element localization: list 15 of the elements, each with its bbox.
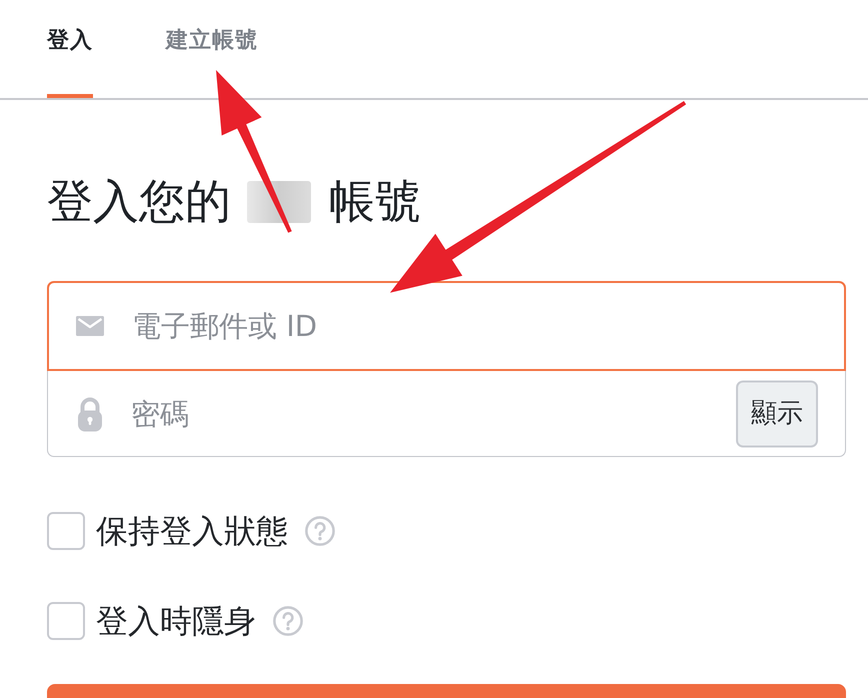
- help-icon[interactable]: [305, 516, 335, 546]
- envelope-icon: [76, 316, 104, 336]
- checkbox[interactable]: [47, 602, 85, 640]
- checkbox-label: 保持登入狀態: [96, 512, 288, 550]
- heading-text: 登入您的: [47, 176, 231, 227]
- email-field[interactable]: 電子郵件或 ID: [47, 281, 846, 371]
- lock-icon: [78, 396, 102, 432]
- checkbox[interactable]: [47, 512, 85, 550]
- primary-button[interactable]: [47, 684, 846, 698]
- help-icon[interactable]: [273, 606, 303, 636]
- checkbox-label: 登入時隱身: [96, 602, 256, 640]
- tab[interactable]: 登入: [47, 28, 93, 98]
- tab[interactable]: 建立帳號: [166, 28, 258, 98]
- show-password-button[interactable]: 顯示: [736, 380, 818, 448]
- heading-text: 帳號: [329, 176, 421, 227]
